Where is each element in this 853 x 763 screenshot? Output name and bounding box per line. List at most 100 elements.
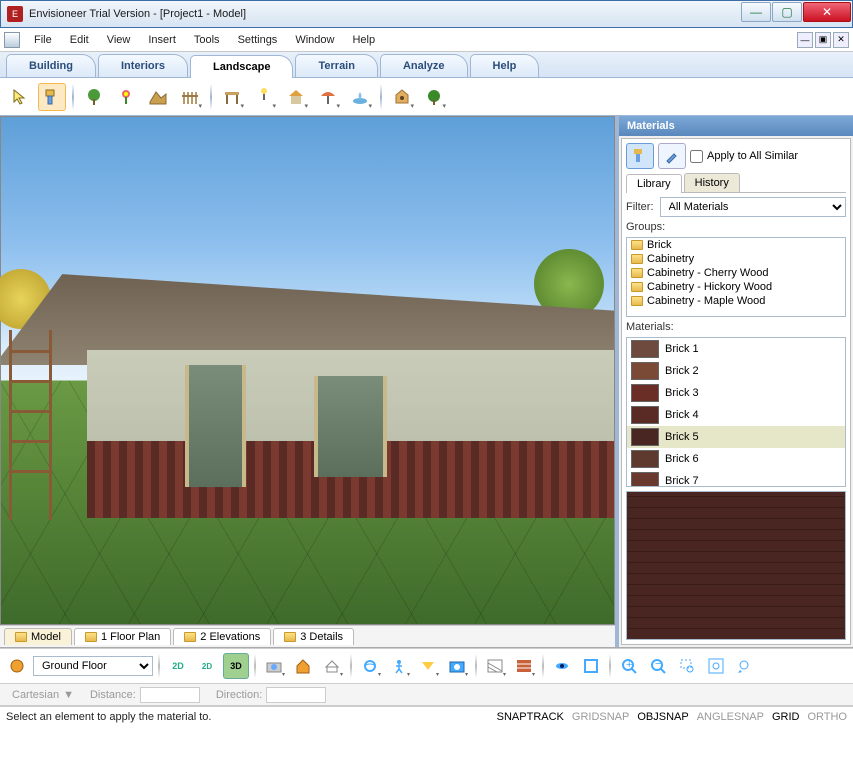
view-filter-button[interactable] xyxy=(578,653,604,679)
library-tabs: Library History xyxy=(626,173,846,193)
outdoor-light-tool[interactable] xyxy=(250,83,278,111)
3d-viewport[interactable] xyxy=(0,116,615,625)
group-item[interactable]: Cabinetry - Maple Wood xyxy=(627,294,845,308)
material-item[interactable]: Brick 3 xyxy=(627,382,845,404)
shrub-tool[interactable] xyxy=(420,83,448,111)
umbrella-tool[interactable] xyxy=(314,83,342,111)
group-item[interactable]: Cabinetry - Cherry Wood xyxy=(627,266,845,280)
snap-anglesnap[interactable]: ANGLESNAP xyxy=(697,711,764,723)
material-brush-button[interactable] xyxy=(626,143,654,169)
tab-analyze[interactable]: Analyze xyxy=(380,54,468,77)
snap-grid[interactable]: GRID xyxy=(772,711,800,723)
title-bar: E Envisioneer Trial Version - [Project1 … xyxy=(0,0,853,28)
view-2d-button[interactable]: 2D xyxy=(165,653,191,679)
menu-window[interactable]: Window xyxy=(287,32,342,48)
paintbrush-tool[interactable] xyxy=(38,83,66,111)
window-title: Envisioneer Trial Version - [Project1 - … xyxy=(29,8,741,20)
view-tab-details[interactable]: 3 Details xyxy=(273,628,354,645)
menu-edit[interactable]: Edit xyxy=(62,32,97,48)
materials-list[interactable]: Brick 1Brick 2Brick 3Brick 4Brick 5Brick… xyxy=(626,337,846,487)
walk-button[interactable] xyxy=(386,653,412,679)
tab-library[interactable]: Library xyxy=(626,174,682,193)
material-item[interactable]: Brick 6 xyxy=(627,448,845,470)
coord-system[interactable]: Cartesian xyxy=(12,689,59,701)
menu-settings[interactable]: Settings xyxy=(230,32,286,48)
svg-text:−: − xyxy=(655,658,661,670)
home-button[interactable] xyxy=(290,653,316,679)
zoom-previous-button[interactable] xyxy=(732,653,758,679)
groups-list[interactable]: BrickCabinetryCabinetry - Cherry WoodCab… xyxy=(626,237,846,317)
snap-gridsnap[interactable]: GRIDSNAP xyxy=(572,711,629,723)
filter-select[interactable]: All Materials xyxy=(660,197,847,217)
zoom-out-button[interactable]: − xyxy=(645,653,671,679)
camera-button[interactable] xyxy=(261,653,287,679)
tab-interiors[interactable]: Interiors xyxy=(98,54,188,77)
coordinate-bar: Cartesian▼ Distance: Direction: xyxy=(0,684,853,706)
tab-building[interactable]: Building xyxy=(6,54,96,77)
tab-history[interactable]: History xyxy=(684,173,740,192)
maximize-button[interactable]: ▢ xyxy=(772,2,802,22)
tab-help[interactable]: Help xyxy=(470,54,540,77)
zoom-window-button[interactable] xyxy=(674,653,700,679)
zoom-in-button[interactable]: + xyxy=(616,653,642,679)
material-item[interactable]: Brick 1 xyxy=(627,338,845,360)
view-layers-button[interactable] xyxy=(549,653,575,679)
view-tabs: Model 1 Floor Plan 2 Elevations 3 Detail… xyxy=(0,625,615,647)
mdi-minimize-button[interactable]: — xyxy=(797,32,813,48)
eyedropper-button[interactable] xyxy=(658,143,686,169)
plant-tree-tool[interactable] xyxy=(80,83,108,111)
view-tab-floorplan[interactable]: 1 Floor Plan xyxy=(74,628,171,645)
fountain-tool[interactable] xyxy=(346,83,374,111)
elevation-button[interactable] xyxy=(319,653,345,679)
location-icon[interactable] xyxy=(4,653,30,679)
render-hatch-button[interactable] xyxy=(482,653,508,679)
group-item[interactable]: Brick xyxy=(627,238,845,252)
tab-terrain[interactable]: Terrain xyxy=(295,54,377,77)
snap-snaptrack[interactable]: SNAPTRACK xyxy=(497,711,564,723)
pointer-tool[interactable] xyxy=(6,83,34,111)
menu-bar: File Edit View Insert Tools Settings Win… xyxy=(0,28,853,52)
distance-label: Distance: xyxy=(90,689,136,701)
snap-objsnap[interactable]: OBJSNAP xyxy=(637,711,688,723)
play-structure xyxy=(1,330,91,530)
view-tab-elevations[interactable]: 2 Elevations xyxy=(173,628,271,645)
minimize-button[interactable]: — xyxy=(741,2,771,22)
orbit-button[interactable] xyxy=(357,653,383,679)
birdhouse-tool[interactable] xyxy=(388,83,416,111)
material-item[interactable]: Brick 5 xyxy=(627,426,845,448)
view-tab-model[interactable]: Model xyxy=(4,628,72,645)
fence-tool[interactable] xyxy=(176,83,204,111)
menu-insert[interactable]: Insert xyxy=(140,32,184,48)
direction-input[interactable] xyxy=(266,687,326,703)
group-item[interactable]: Cabinetry xyxy=(627,252,845,266)
location-select[interactable]: Ground Floor xyxy=(33,656,153,676)
distance-input[interactable] xyxy=(140,687,200,703)
group-item[interactable]: Cabinetry - Hickory Wood xyxy=(627,280,845,294)
menu-tools[interactable]: Tools xyxy=(186,32,228,48)
material-item[interactable]: Brick 7 xyxy=(627,470,845,487)
view-3d-button[interactable]: 3D xyxy=(223,653,249,679)
view-2d3d-button[interactable]: 2D xyxy=(194,653,220,679)
render-texture-button[interactable] xyxy=(511,653,537,679)
mdi-close-button[interactable]: ✕ xyxy=(833,32,849,48)
snap-ortho[interactable]: ORTHO xyxy=(807,711,847,723)
mdi-restore-button[interactable]: ▣ xyxy=(815,32,831,48)
material-item[interactable]: Brick 2 xyxy=(627,360,845,382)
status-bar: Select an element to apply the material … xyxy=(0,706,853,726)
pergola-tool[interactable] xyxy=(218,83,246,111)
terrain-tool[interactable] xyxy=(144,83,172,111)
material-item[interactable]: Brick 4 xyxy=(627,404,845,426)
apply-all-checkbox[interactable]: Apply to All Similar xyxy=(690,150,798,163)
snapshot-button[interactable] xyxy=(444,653,470,679)
plant-flower-tool[interactable] xyxy=(112,83,140,111)
menu-view[interactable]: View xyxy=(99,32,139,48)
materials-panel: Materials Apply to All Similar Library H… xyxy=(615,116,853,647)
gazebo-tool[interactable] xyxy=(282,83,310,111)
direction-label: Direction: xyxy=(216,689,262,701)
menu-help[interactable]: Help xyxy=(344,32,383,48)
close-button[interactable]: ✕ xyxy=(803,2,851,22)
tab-landscape[interactable]: Landscape xyxy=(190,55,293,78)
menu-file[interactable]: File xyxy=(26,32,60,48)
zoom-extents-button[interactable] xyxy=(703,653,729,679)
look-button[interactable] xyxy=(415,653,441,679)
